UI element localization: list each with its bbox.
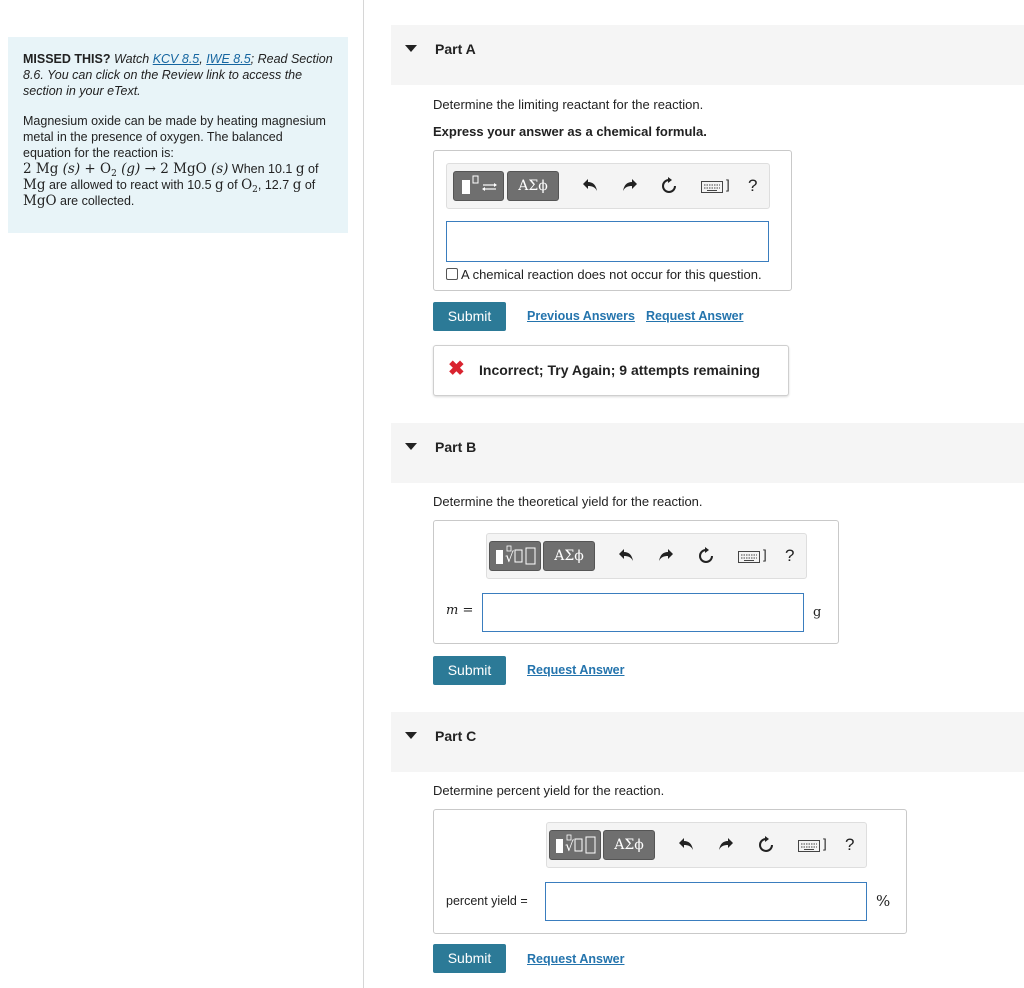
part-a-question: Determine the limiting reactant for the … xyxy=(433,97,704,112)
iwe-link[interactable]: IWE 8.5 xyxy=(206,52,250,66)
templates-icon: √ xyxy=(556,834,596,855)
part-b-request-answer-link[interactable]: Request Answer xyxy=(527,663,624,677)
percent-unit: % xyxy=(876,892,891,910)
part-b-submit-button[interactable]: Submit xyxy=(433,656,506,685)
reset-icon[interactable] xyxy=(697,547,715,568)
allowed-text: are allowed to react with 10.5 xyxy=(48,178,212,192)
templates-icon xyxy=(462,175,497,194)
part-c-answer-box: √ ΑΣϕ ] ? percent yield = % xyxy=(433,809,907,934)
unit-g-2: g xyxy=(215,177,224,193)
mass-unit: g xyxy=(813,605,822,620)
part-c-question: Determine percent yield for the reaction… xyxy=(433,783,665,798)
templates-button[interactable]: √ xyxy=(489,541,541,571)
percent-yield-label: percent yield = xyxy=(446,894,528,908)
part-c-title: Part C xyxy=(435,728,477,744)
when-text: When 10.1 xyxy=(231,162,293,176)
of-text-1: of xyxy=(308,162,319,176)
redo-icon[interactable] xyxy=(658,548,674,565)
o2-formula: O2 xyxy=(241,177,258,195)
svg-text:√: √ xyxy=(565,839,574,855)
help-button[interactable]: ? xyxy=(748,176,757,196)
problem-statement: Magnesium oxide can be made by heating m… xyxy=(23,114,326,209)
mg-formula: Mg xyxy=(23,177,46,193)
part-a-request-answer-link[interactable]: Request Answer xyxy=(646,309,743,323)
part-a-answer-input[interactable] xyxy=(446,221,769,262)
greek-symbols-button[interactable]: ΑΣϕ xyxy=(543,541,595,571)
keyboard-bracket: ] xyxy=(763,547,767,562)
part-a-submit-button[interactable]: Submit xyxy=(433,302,506,331)
balanced-equation: 2 Mg (s) + O2 (g) → 2 MgO (s) xyxy=(23,161,229,179)
templates-icon: √ xyxy=(496,545,536,566)
reset-icon[interactable] xyxy=(660,177,678,198)
incorrect-feedback: ✖ Incorrect; Try Again; 9 attempts remai… xyxy=(433,345,789,396)
part-b-math-toolbar: √ ΑΣϕ ] ? xyxy=(486,533,807,579)
greek-symbols-button[interactable]: ΑΣϕ xyxy=(603,830,655,860)
incorrect-x-icon: ✖ xyxy=(448,358,465,380)
mgo-formula: MgO xyxy=(23,193,57,209)
collapse-caret-icon[interactable] xyxy=(405,45,417,52)
unit-g-1: g xyxy=(295,161,305,177)
keyboard-bracket: ] xyxy=(726,177,730,192)
collapse-caret-icon[interactable] xyxy=(405,732,417,739)
reset-icon[interactable] xyxy=(757,836,775,857)
no-reaction-checkbox[interactable] xyxy=(446,268,458,280)
unit-g-3: g xyxy=(292,177,302,193)
part-c-request-answer-link[interactable]: Request Answer xyxy=(527,952,624,966)
part-a-math-toolbar: ΑΣϕ ] ? xyxy=(446,163,770,209)
no-reaction-option[interactable]: A chemical reaction does not occur for t… xyxy=(446,267,762,282)
missed-this-note: MISSED THIS? Watch KCV 8.5, IWE 8.5; Rea… xyxy=(23,52,333,98)
missed-label: MISSED THIS? xyxy=(23,52,111,66)
part-b-answer-input[interactable] xyxy=(482,593,804,632)
templates-button[interactable] xyxy=(453,171,504,201)
kcv-link[interactable]: KCV 8.5 xyxy=(153,52,200,66)
part-c-header[interactable]: Part C xyxy=(391,712,1024,772)
part-b-answer-box: √ ΑΣϕ ] ? m = g xyxy=(433,520,839,644)
previous-answers-link[interactable]: Previous Answers xyxy=(527,309,635,323)
keyboard-icon[interactable] xyxy=(701,180,723,198)
templates-button[interactable]: √ xyxy=(549,830,601,860)
part-a-answer-box: ΑΣϕ ] ? A chemical reaction does not occ… xyxy=(433,150,792,291)
greek-symbols-button[interactable]: ΑΣϕ xyxy=(507,171,559,201)
part-c-answer-input[interactable] xyxy=(545,882,867,921)
column-divider xyxy=(363,0,364,988)
of-text-3: of xyxy=(304,178,316,192)
collected-text: are collected. xyxy=(60,194,135,208)
watch-text: Watch xyxy=(114,52,150,66)
yield-value: 12.7 xyxy=(264,178,290,192)
part-a-header[interactable]: Part A xyxy=(391,25,1024,85)
part-c-math-toolbar: √ ΑΣϕ ] ? xyxy=(546,822,867,868)
help-button[interactable]: ? xyxy=(785,546,794,566)
undo-icon[interactable] xyxy=(618,548,634,565)
redo-icon[interactable] xyxy=(718,837,734,854)
keyboard-bracket: ] xyxy=(823,836,827,851)
no-reaction-label: A chemical reaction does not occur for t… xyxy=(461,267,762,282)
svg-text:√: √ xyxy=(505,550,514,566)
keyboard-icon[interactable] xyxy=(798,839,820,857)
intro-panel: MISSED THIS? Watch KCV 8.5, IWE 8.5; Rea… xyxy=(8,37,348,233)
redo-icon[interactable] xyxy=(622,178,638,195)
part-a-title: Part A xyxy=(435,41,476,57)
undo-icon[interactable] xyxy=(678,837,694,854)
feedback-message: Incorrect; Try Again; 9 attempts remaini… xyxy=(479,362,761,378)
help-button[interactable]: ? xyxy=(845,835,854,855)
part-a-instruction: Express your answer as a chemical formul… xyxy=(433,124,707,139)
part-b-header[interactable]: Part B xyxy=(391,423,1024,483)
part-b-title: Part B xyxy=(435,439,477,455)
mass-label: m = xyxy=(446,603,474,618)
part-c-submit-button[interactable]: Submit xyxy=(433,944,506,973)
collapse-caret-icon[interactable] xyxy=(405,443,417,450)
undo-icon[interactable] xyxy=(582,178,598,195)
keyboard-icon[interactable] xyxy=(738,550,760,568)
part-b-question: Determine the theoretical yield for the … xyxy=(433,494,703,509)
problem-intro-text: Magnesium oxide can be made by heating m… xyxy=(23,114,326,160)
of-text-2: of xyxy=(227,178,238,192)
